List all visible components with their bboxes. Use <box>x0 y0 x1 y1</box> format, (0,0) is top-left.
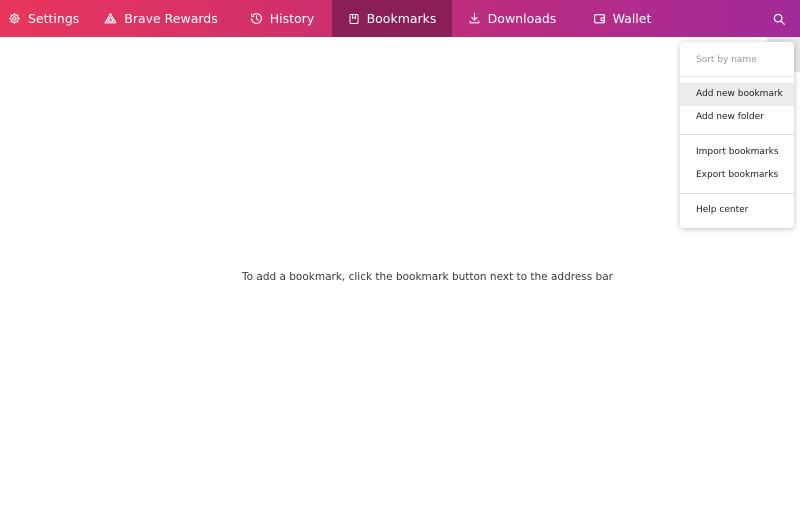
menu-item-add-new-folder[interactable]: Add new folder <box>680 106 794 129</box>
empty-state-message: To add a bookmark, click the bookmark bu… <box>242 271 613 283</box>
menu-divider <box>680 134 794 135</box>
tab-brave-rewards[interactable]: Brave Rewards <box>90 0 232 37</box>
menu-item-help-center[interactable]: Help center <box>680 199 794 222</box>
search-icon[interactable] <box>772 11 786 25</box>
tab-downloads[interactable]: Downloads <box>452 0 572 37</box>
wallet-icon <box>593 12 606 25</box>
menu-item-import-bookmarks[interactable]: Import bookmarks <box>680 141 794 164</box>
menu-item-add-new-bookmark[interactable]: Add new bookmark <box>680 83 794 106</box>
tab-wallet-label: Wallet <box>612 11 652 26</box>
tab-wallet[interactable]: Wallet <box>572 0 672 37</box>
download-icon <box>468 12 481 25</box>
bookmark-icon <box>348 13 360 25</box>
menu-item-export-bookmarks[interactable]: Export bookmarks <box>680 164 794 187</box>
tab-downloads-label: Downloads <box>487 11 557 26</box>
menu-divider <box>680 76 794 77</box>
history-clock-icon <box>250 12 263 25</box>
menu-item-sort-by-name[interactable]: Sort by name <box>680 49 794 72</box>
tab-bookmarks-label: Bookmarks <box>366 11 437 26</box>
tab-history[interactable]: History <box>232 0 332 37</box>
bookmarks-options-menu: Sort by name Add new bookmark Add new fo… <box>680 42 794 228</box>
tab-history-label: History <box>269 11 315 26</box>
gear-icon <box>8 12 21 25</box>
rewards-triangle-icon <box>104 12 117 25</box>
menu-divider <box>680 193 794 194</box>
top-navigation-bar: Settings Brave Rewards History Bookmarks… <box>0 0 800 37</box>
tab-settings[interactable]: Settings <box>0 0 90 37</box>
tab-brave-rewards-label: Brave Rewards <box>124 11 218 26</box>
tab-settings-label: Settings <box>28 11 80 26</box>
tab-bookmarks[interactable]: Bookmarks <box>332 0 452 37</box>
